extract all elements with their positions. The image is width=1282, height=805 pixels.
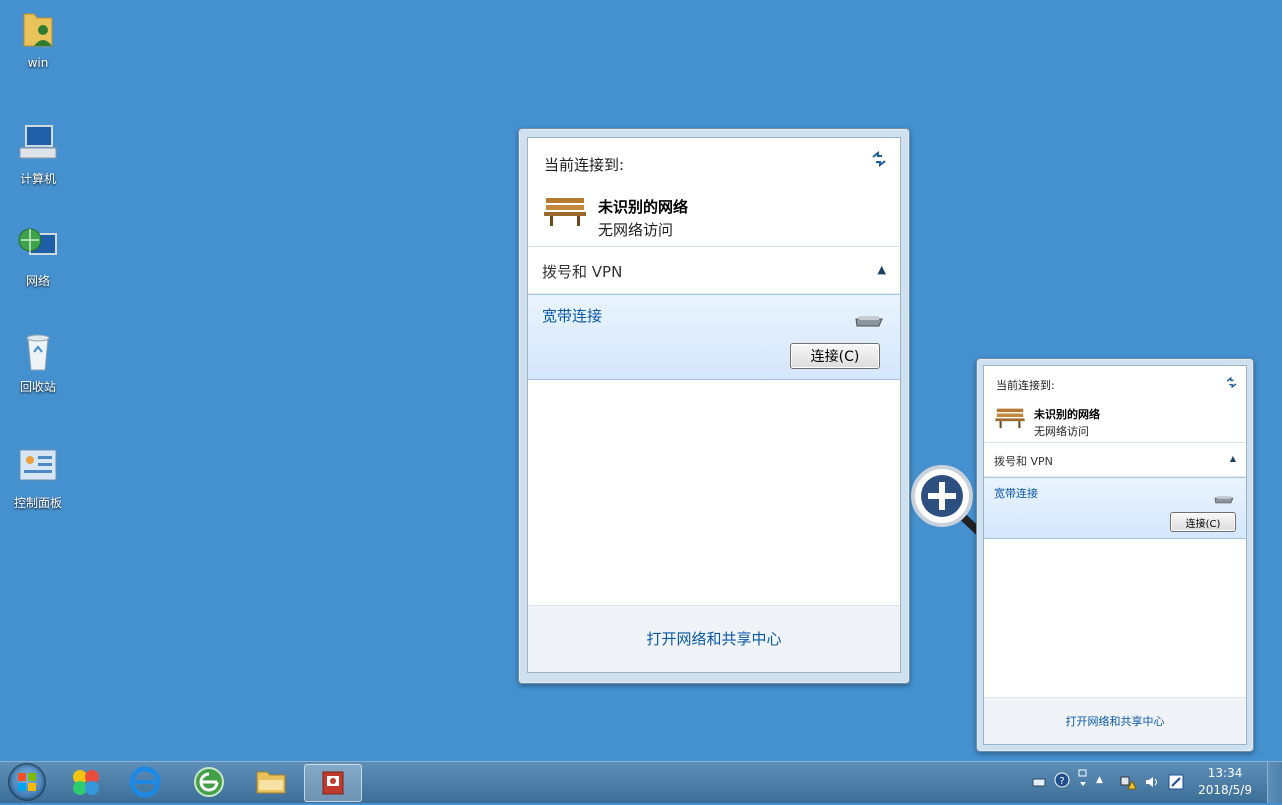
app-petal-icon [73,770,99,795]
network-status: 无网络访问 [1034,425,1089,438]
taskbar-internet-explorer[interactable] [117,764,173,800]
network-flyout-preview: 当前连接到: 未识别的网络 无网络访问 拨号和 VPN ▲ 宽带连接 连接(C)… [976,358,1254,752]
connect-button[interactable]: 连接(C) [790,343,880,369]
control-panel-icon [16,446,60,490]
taskbar: ? ▲ 13:34 2018/5/9 [0,761,1282,803]
network-globe-icon [16,224,60,268]
taskbar-file-explorer[interactable] [243,764,299,800]
taskbar-app-colorful[interactable] [58,764,114,800]
flyout-footer: 打开网络和共享中心 [528,605,900,672]
desktop-icon-network[interactable]: 网络 [8,224,68,289]
volume-icon[interactable] [1144,774,1158,788]
network-warning-icon[interactable] [1120,774,1137,790]
connection-name: 宽带连接 [994,487,1038,500]
chevron-up-icon[interactable]: ▲ [878,263,886,276]
flyout-title: 当前连接到: [996,379,1055,392]
modem-icon [1212,490,1236,504]
green-browser-icon [194,767,224,797]
section-label: 拨号和 VPN [542,263,623,281]
connection-name: 宽带连接 [542,307,603,325]
desktop-icon-label: 计算机 [19,172,56,186]
clock-date: 2018/5/9 [1198,783,1252,797]
open-network-center-link[interactable]: 打开网络和共享中心 [528,628,900,649]
network-name: 未识别的网络 [598,198,689,216]
recycle-bin-icon [16,330,60,374]
connection-item-broadband[interactable]: 宽带连接 连接(C) [528,294,900,380]
computer-icon [16,122,60,166]
network-name: 未识别的网络 [1034,408,1100,421]
section-dialup-vpn[interactable]: 拨号和 VPN ▲ [528,247,900,294]
network-flyout-preview-panel: 当前连接到: 未识别的网络 无网络访问 拨号和 VPN ▲ 宽带连接 连接(C)… [983,365,1247,745]
section-label: 拨号和 VPN [994,455,1053,468]
desktop-icon-recycle-bin[interactable]: 回收站 [8,330,68,395]
start-button[interactable] [8,763,46,801]
desktop-icon-label: 网络 [25,274,50,288]
folder-icon [256,771,286,794]
taskbar-browser-green[interactable] [181,764,237,800]
refresh-icon[interactable] [870,150,888,168]
app-tray-icon[interactable] [1168,774,1184,790]
section-dialup-vpn[interactable]: 拨号和 VPN ▲ [984,443,1246,477]
flyout-title: 当前连接到: [544,156,625,174]
help-icon[interactable]: ? [1054,772,1070,788]
connection-item-broadband[interactable]: 宽带连接 连接(C) [984,477,1246,539]
refresh-icon[interactable] [1225,374,1238,389]
show-desktop-button[interactable] [1267,762,1282,803]
desktop-icon-win[interactable]: win [8,8,68,70]
desktop-icon-control-panel[interactable]: 控制面板 [8,446,68,511]
network-status: 无网络访问 [598,221,674,239]
presentation-icon [322,771,344,795]
modem-icon [852,313,886,329]
network-bench-icon [542,190,588,230]
flyout-footer: 打开网络和共享中心 [984,697,1246,744]
clock-time: 13:34 [1207,766,1243,780]
flyout-header: 当前连接到: 未识别的网络 无网络访问 [528,138,900,247]
windows-logo-icon [18,773,36,791]
user-folder-icon [16,8,60,52]
desktop-icon-label: 控制面板 [13,496,62,510]
network-bench-icon [994,403,1026,431]
internet-explorer-icon [129,766,161,798]
open-network-center-link[interactable]: 打开网络和共享中心 [984,713,1246,729]
clock[interactable]: 13:34 2018/5/9 [1198,765,1252,799]
show-hidden-icons[interactable]: ▲ [1096,775,1110,789]
network-flyout-panel: 当前连接到: 未识别的网络 无网络访问 拨号和 VPN ▲ 宽带连接 连接(C)… [527,137,901,673]
chevron-up-icon[interactable]: ▲ [1230,454,1236,463]
desktop-icon-label: 回收站 [19,380,56,394]
connect-button[interactable]: 连接(C) [1170,512,1236,532]
network-flyout: 当前连接到: 未识别的网络 无网络访问 拨号和 VPN ▲ 宽带连接 连接(C)… [518,128,910,684]
svg-text:?: ? [1059,776,1064,787]
keyboard-icon[interactable] [1032,774,1046,788]
taskbar-presentation-active[interactable] [304,764,362,802]
desktop-icon-computer[interactable]: 计算机 [8,122,68,187]
flyout-header: 当前连接到: 未识别的网络 无网络访问 [984,366,1246,443]
window-restore-icon[interactable] [1076,768,1090,786]
desktop-icon-label: win [27,56,49,70]
